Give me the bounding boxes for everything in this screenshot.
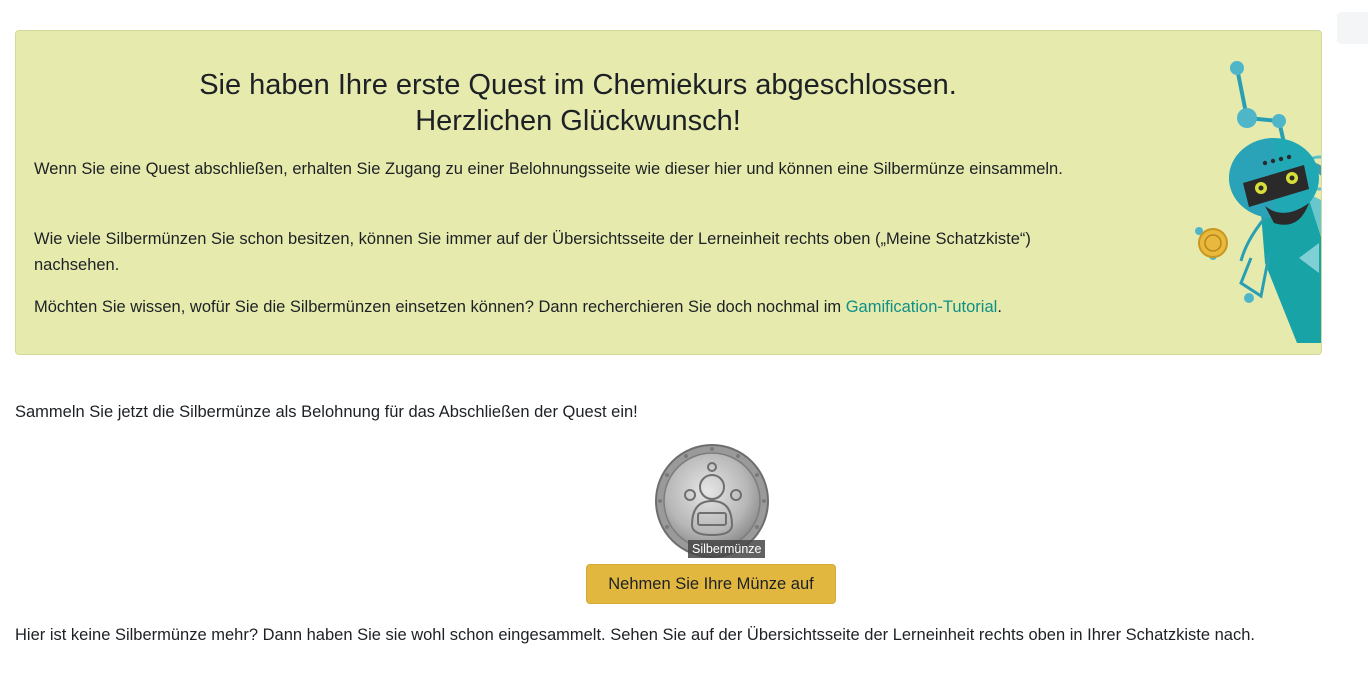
- gamification-tutorial-link[interactable]: Gamification-Tutorial: [846, 298, 998, 316]
- drawer-toggle-tab[interactable]: [1337, 12, 1368, 44]
- banner-title-line1: Sie haben Ihre erste Quest im Chemiekurs…: [199, 69, 957, 101]
- coin-hint-text: Hier ist keine Silbermünze mehr? Dann ha…: [15, 626, 1255, 644]
- collect-coin-button[interactable]: Nehmen Sie Ihre Münze auf: [586, 564, 836, 604]
- banner-paragraph-3-text: Möchten Sie wissen, wofür Sie die Silber…: [34, 298, 846, 316]
- collect-intro-text: Sammeln Sie jetzt die Silbermünze als Be…: [15, 403, 638, 421]
- banner-paragraph-3: Möchten Sie wissen, wofür Sie die Silber…: [34, 294, 1074, 320]
- coin-tooltip: Silbermünze: [688, 540, 766, 558]
- banner-title: Sie haben Ihre erste Quest im Chemiekurs…: [16, 67, 1140, 139]
- banner-paragraph-3-end: .: [997, 298, 1002, 316]
- quest-completed-banner: Sie haben Ihre erste Quest im Chemiekurs…: [15, 30, 1322, 355]
- robot-mascot-icon: [1195, 61, 1321, 343]
- banner-title-line2: Herzlichen Glückwunsch!: [415, 105, 741, 137]
- banner-paragraph-1: Wenn Sie eine Quest abschließen, erhalte…: [34, 160, 1063, 178]
- banner-paragraph-2: Wie viele Silbermünzen Sie schon besitze…: [34, 230, 1031, 274]
